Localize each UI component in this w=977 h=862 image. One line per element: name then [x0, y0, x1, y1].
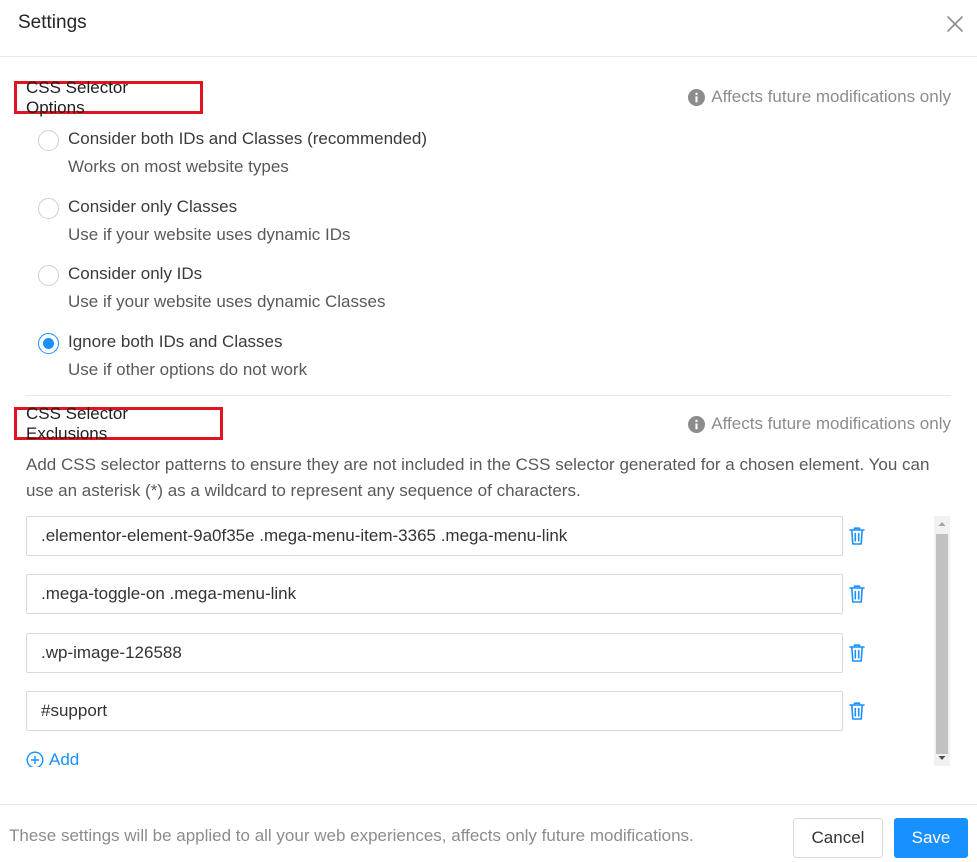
radio-option-description: Use if your website uses dynamic IDs [68, 225, 351, 244]
radio-option-description: Use if other options do not work [68, 360, 308, 379]
selector-exclusions-heading: CSS Selector Exclusions [14, 404, 223, 443]
exclusion-input[interactable] [26, 574, 843, 614]
dialog-title: Settings [18, 12, 87, 33]
save-button[interactable]: Save [894, 818, 968, 858]
radio-button-selected[interactable] [38, 333, 59, 354]
radio-button[interactable] [38, 265, 59, 286]
radio-option-label: Consider only Classes [68, 197, 238, 216]
add-exclusion-label: Add [49, 750, 80, 767]
info-icon [688, 415, 706, 433]
radio-option-label: Consider both IDs and Classes (recommend… [68, 129, 428, 148]
exclusion-row [26, 691, 871, 731]
trash-icon[interactable] [848, 643, 866, 663]
radio-option-only-ids[interactable]: Consider only IDs Use if your website us… [38, 264, 638, 314]
scrollbar-thumb[interactable] [936, 534, 948, 754]
scroll-down-arrow-icon[interactable] [934, 750, 950, 766]
radio-button[interactable] [38, 130, 59, 151]
selector-options-heading: CSS Selector Options [14, 78, 203, 117]
trash-icon[interactable] [848, 701, 866, 721]
selector-options-note-text: Affects future modifications only [711, 87, 951, 106]
radio-button[interactable] [38, 198, 59, 219]
exclusions-list: Add [26, 512, 951, 767]
selector-exclusions-heading-text: CSS Selector Exclusions [26, 403, 129, 443]
plus-circle-icon [26, 751, 44, 767]
selector-exclusions-note: Affects future modifications only [688, 414, 951, 434]
selector-exclusions-note-text: Affects future modifications only [711, 414, 951, 433]
exclusion-input[interactable] [26, 633, 843, 673]
radio-option-description: Use if your website uses dynamic Classes [68, 292, 386, 311]
radio-option-ignore-both[interactable]: Ignore both IDs and Classes Use if other… [38, 332, 638, 382]
radio-option-only-classes[interactable]: Consider only Classes Use if your websit… [38, 197, 638, 247]
radio-option-description: Works on most website types [68, 157, 289, 176]
close-icon[interactable] [945, 14, 965, 34]
dialog-header: Settings [0, 0, 977, 57]
cancel-button[interactable]: Cancel [793, 818, 883, 858]
exclusion-input[interactable] [26, 691, 843, 731]
exclusion-input[interactable] [26, 516, 843, 556]
exclusion-row [26, 633, 871, 673]
footer-note: These settings will be applied to all yo… [9, 826, 694, 845]
scroll-up-arrow-icon[interactable] [934, 516, 950, 532]
selector-options-note: Affects future modifications only [688, 87, 951, 107]
exclusion-row [26, 516, 871, 556]
info-icon [688, 88, 706, 106]
exclusion-row [26, 574, 871, 614]
trash-icon[interactable] [848, 526, 866, 546]
dialog-footer: These settings will be applied to all yo… [0, 804, 977, 862]
exclusions-scrollbar[interactable] [934, 516, 950, 766]
section-divider [26, 395, 951, 396]
exclusions-description: Add CSS selector patterns to ensure they… [26, 455, 930, 500]
trash-icon[interactable] [848, 584, 866, 604]
radio-option-ids-and-classes[interactable]: Consider both IDs and Classes (recommend… [38, 129, 638, 179]
radio-option-label: Consider only IDs [68, 264, 203, 283]
radio-option-label: Ignore both IDs and Classes [68, 332, 283, 351]
selector-options-heading-text: CSS Selector Options [26, 77, 129, 117]
add-exclusion-button[interactable]: Add [26, 750, 79, 767]
